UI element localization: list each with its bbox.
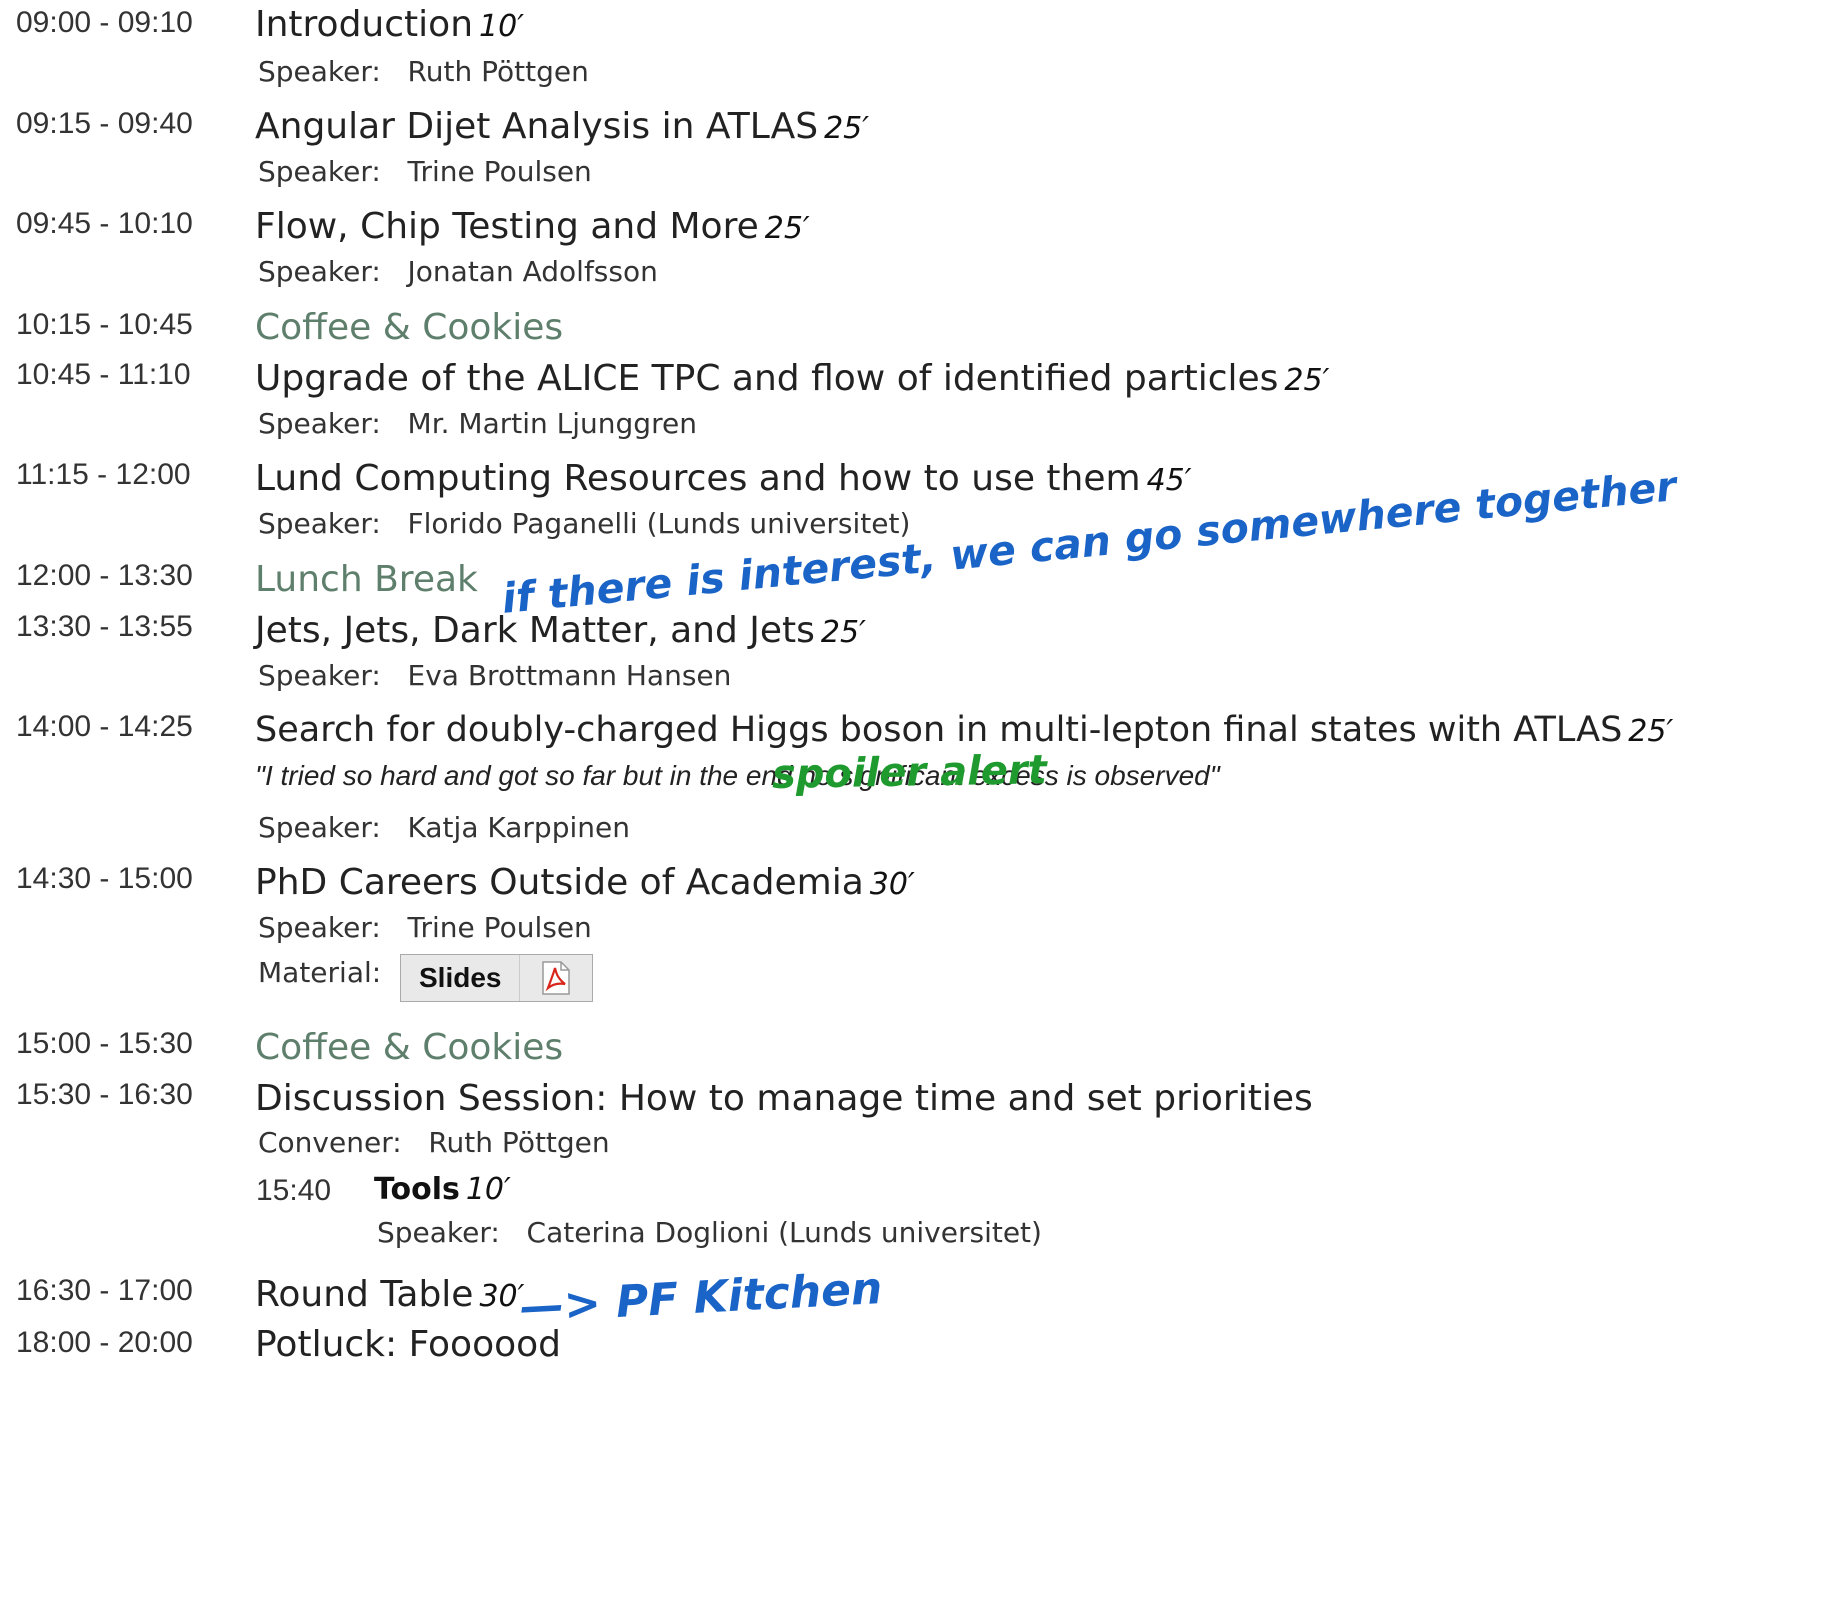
speaker-label: Speaker:: [258, 55, 381, 88]
subcontribution-time: 15:40: [256, 1174, 332, 1207]
time-slot: 10:15 - 10:45: [16, 308, 193, 341]
duration: 25′: [764, 211, 810, 246]
duration: 30′: [869, 867, 915, 902]
speaker-label: Speaker:: [258, 407, 381, 440]
time-slot: 11:15 - 12:00: [16, 458, 191, 491]
speaker-line: Speaker: Ruth Pöttgen: [258, 55, 589, 88]
speaker-name[interactable]: Florido Paganelli (Lunds universitet): [408, 507, 911, 540]
duration: 25′: [824, 111, 870, 146]
slides-label: Slides: [419, 962, 502, 993]
title-text: PhD Careers Outside of Academia: [255, 862, 864, 903]
title-text: Upgrade of the ALICE TPC and flow of ide…: [255, 358, 1279, 399]
contribution-title[interactable]: Potluck: Foooood: [255, 1324, 561, 1365]
break-title: Coffee & Cookies: [255, 307, 564, 348]
duration: 25′: [820, 615, 866, 650]
contribution-title[interactable]: PhD Careers Outside of Academia 30′: [255, 862, 915, 903]
speaker-line: Speaker: Trine Poulsen: [258, 155, 592, 188]
contribution-title[interactable]: Introduction 10′: [255, 4, 524, 45]
speaker-line: Speaker: Trine Poulsen: [258, 911, 592, 944]
speaker-line: Speaker: Mr. Martin Ljunggren: [258, 407, 697, 440]
title-text: Lund Computing Resources and how to use …: [255, 458, 1141, 499]
speaker-line: Speaker: Jonatan Adolfsson: [258, 255, 658, 288]
duration: 45′: [1146, 463, 1192, 498]
contribution-title[interactable]: Upgrade of the ALICE TPC and flow of ide…: [255, 358, 1329, 399]
contribution-title[interactable]: Round Table 30′: [255, 1274, 524, 1315]
speaker-line: Speaker: Katja Karppinen: [258, 811, 630, 844]
slides-button[interactable]: Slides: [400, 954, 594, 1002]
convener-label: Convener:: [258, 1126, 402, 1159]
time-slot: 16:30 - 17:00: [16, 1274, 193, 1307]
speaker-name[interactable]: Mr. Martin Ljunggren: [408, 407, 697, 440]
time-slot: 10:45 - 11:10: [16, 358, 191, 391]
time-slot: 13:30 - 13:55: [16, 610, 193, 643]
title-text: Tools: [374, 1172, 460, 1207]
speaker-name[interactable]: Jonatan Adolfsson: [408, 255, 658, 288]
speaker-name[interactable]: Ruth Pöttgen: [408, 55, 589, 88]
speaker-label: Speaker:: [258, 507, 381, 540]
contribution-description: "I tried so hard and got so far but in t…: [255, 760, 1220, 791]
time-slot: 18:00 - 20:00: [16, 1326, 193, 1359]
title-text: Flow, Chip Testing and More: [255, 206, 759, 247]
title-text: Search for doubly-charged Higgs boson in…: [255, 710, 1623, 750]
speaker-name[interactable]: Katja Karppinen: [408, 811, 630, 844]
contribution-title[interactable]: Search for doubly-charged Higgs boson in…: [255, 710, 1673, 750]
time-slot: 09:15 - 09:40: [16, 107, 193, 140]
subcontribution-title[interactable]: Tools 10′: [374, 1172, 511, 1207]
contribution-title[interactable]: Angular Dijet Analysis in ATLAS 25′: [255, 106, 869, 147]
speaker-label: Speaker:: [377, 1216, 500, 1249]
contribution-title[interactable]: Flow, Chip Testing and More 25′: [255, 206, 810, 247]
time-slot: 09:00 - 09:10: [16, 6, 193, 39]
speaker-label: Speaker:: [258, 155, 381, 188]
pdf-icon[interactable]: [519, 955, 592, 1001]
spoiler-annotation: spoiler alert: [771, 747, 1048, 798]
time-slot: 14:00 - 14:25: [16, 710, 193, 743]
speaker-name[interactable]: Eva Brottmann Hansen: [408, 659, 732, 692]
time-slot: 15:30 - 16:30: [16, 1078, 193, 1111]
time-slot: 09:45 - 10:10: [16, 207, 193, 240]
duration: 10′: [479, 9, 525, 44]
session-title[interactable]: Discussion Session: How to manage time a…: [255, 1078, 1313, 1119]
duration: 30′: [479, 1279, 525, 1314]
break-title: Coffee & Cookies: [255, 1027, 564, 1068]
speaker-line: Speaker: Eva Brottmann Hansen: [258, 659, 731, 692]
speaker-line: Speaker: Florido Paganelli (Lunds univer…: [258, 507, 910, 540]
speaker-label: Speaker:: [258, 659, 381, 692]
time-slot: 15:00 - 15:30: [16, 1027, 193, 1060]
speaker-line: Speaker: Caterina Doglioni (Lunds univer…: [377, 1216, 1042, 1249]
time-slot: 14:30 - 15:00: [16, 862, 193, 895]
material-label: Material:: [258, 956, 382, 989]
convener-line: Convener: Ruth Pöttgen: [258, 1126, 610, 1159]
kitchen-annotation: —> PF Kitchen: [518, 1263, 884, 1333]
speaker-label: Speaker:: [258, 255, 381, 288]
title-text: Angular Dijet Analysis in ATLAS: [255, 106, 819, 147]
title-text: Introduction: [255, 4, 474, 45]
break-title: Lunch Break: [255, 559, 478, 600]
duration: 25′: [1628, 714, 1674, 749]
speaker-name[interactable]: Trine Poulsen: [408, 155, 592, 188]
contribution-title[interactable]: Lund Computing Resources and how to use …: [255, 458, 1192, 499]
title-text: Round Table: [255, 1274, 474, 1315]
speaker-label: Speaker:: [258, 811, 381, 844]
convener-name[interactable]: Ruth Pöttgen: [428, 1126, 609, 1159]
speaker-label: Speaker:: [258, 911, 381, 944]
speaker-name[interactable]: Caterina Doglioni (Lunds universitet): [527, 1216, 1042, 1249]
time-slot: 12:00 - 13:30: [16, 559, 193, 592]
duration: 25′: [1284, 363, 1330, 398]
duration: 10′: [465, 1172, 511, 1207]
speaker-name[interactable]: Trine Poulsen: [408, 911, 592, 944]
